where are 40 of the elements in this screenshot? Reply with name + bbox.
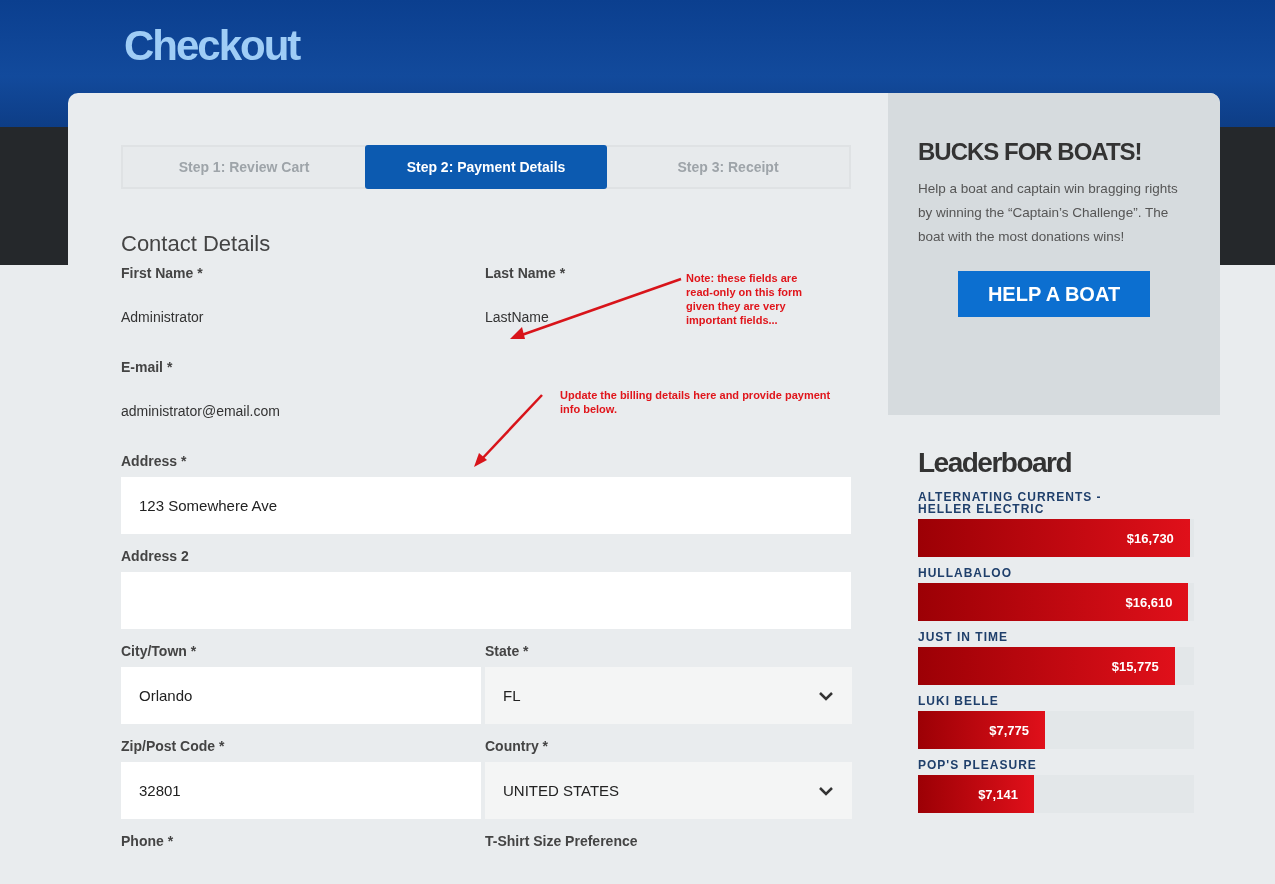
field-value: Administrator	[121, 309, 204, 325]
input-field[interactable]: Orlando	[121, 667, 481, 724]
boat-name: POP'S PLEASURE	[918, 759, 1038, 771]
input-field[interactable]: 123 Somewhere Ave	[121, 477, 851, 534]
help-a-boat-button[interactable]: HELP A BOAT	[958, 271, 1150, 317]
field-label: First Name *	[121, 265, 203, 281]
field-label: T-Shirt Size Preference	[485, 833, 638, 849]
donation-amount: $7,141	[978, 786, 1018, 802]
field-label: Phone *	[121, 833, 174, 849]
chevron-down-icon	[818, 690, 834, 701]
leaderboard-title: Leaderboard	[918, 446, 1073, 480]
field-label: State *	[485, 643, 529, 659]
donation-amount: $16,730	[1126, 530, 1174, 546]
annotation-note: Update the billing details here and provide payment info below.	[560, 388, 832, 416]
boat-name: JUST IN TIME	[918, 631, 1009, 643]
page-title: Checkout	[124, 21, 300, 71]
promo-text: Help a boat and captain win bragging rights by winning the “Captain’s Challenge”. The boat with the most donations wins!	[918, 180, 1179, 246]
field-label: Last Name *	[485, 265, 566, 281]
field-label: Address 2	[121, 548, 189, 564]
select-field[interactable]: FL	[485, 667, 852, 724]
promo-title: BUCKS FOR BOATS!	[918, 137, 1143, 167]
field-label: Country *	[485, 738, 548, 754]
field-label: City/Town *	[121, 643, 197, 659]
donation-amount: $7,775	[989, 722, 1029, 738]
annotation-note: Note: these fields are read-only on this form given they are very important fields...	[686, 271, 804, 327]
field-value: administrator@email.com	[121, 403, 280, 419]
field-value: LastName	[485, 309, 549, 325]
field-label: E-mail *	[121, 359, 173, 375]
chevron-down-icon	[818, 785, 834, 796]
section-title: Contact Details	[121, 231, 272, 257]
boat-name: HULLABALOO	[918, 567, 1013, 579]
boat-name: ALTERNATING CURRENTS - HELLER ELECTRIC	[918, 491, 1103, 515]
donation-amount: $15,775	[1111, 658, 1159, 674]
select-field[interactable]: UNITED STATES	[485, 762, 852, 819]
step-tab[interactable]: Step 2: Payment Details	[365, 145, 607, 189]
donation-amount: $16,610	[1125, 594, 1173, 610]
field-label: Address *	[121, 453, 187, 469]
field-label: Zip/Post Code *	[121, 738, 225, 754]
boat-name: LUKI BELLE	[918, 695, 1000, 707]
input-field[interactable]: 32801	[121, 762, 481, 819]
